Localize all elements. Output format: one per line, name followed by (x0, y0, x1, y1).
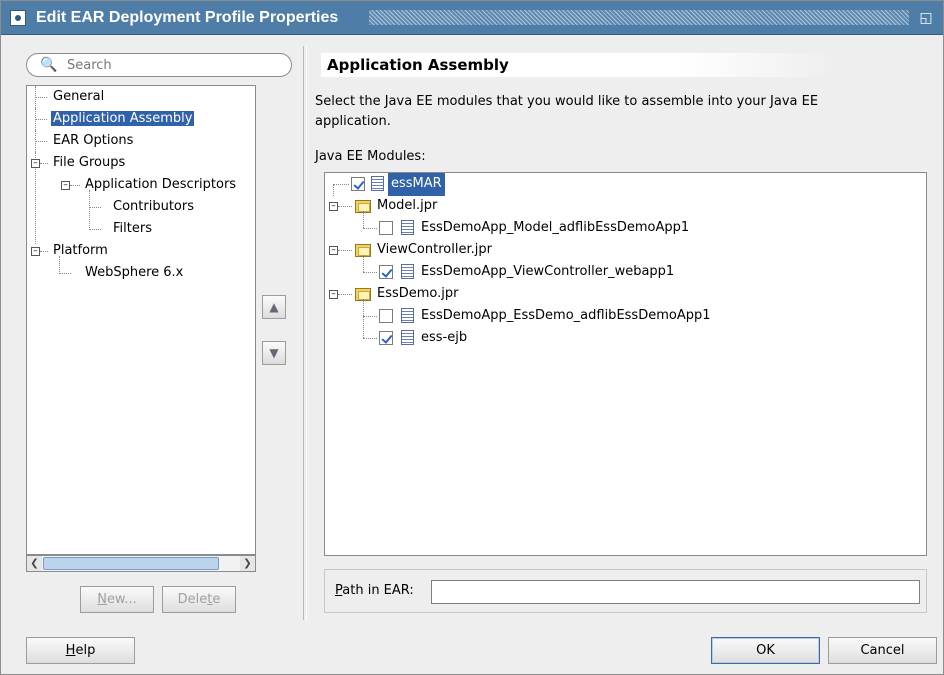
panel-description: Select the Java EE modules that you woul… (315, 94, 819, 129)
navigation-tree[interactable]: General Application Assembly EAR Options… (26, 85, 256, 555)
module-row-essmar[interactable]: essMAR (325, 173, 925, 196)
maximize-icon[interactable]: ◱ (918, 10, 934, 26)
module-row-viewcontroller-webapp[interactable]: EssDemoApp_ViewController_webapp1 (325, 261, 925, 283)
collapse-platform-icon[interactable]: – (31, 247, 40, 256)
help-button[interactable]: Help (26, 637, 135, 664)
collapse-file-groups-icon[interactable]: – (31, 159, 40, 168)
essdemo-lib-checkbox[interactable] (379, 309, 393, 323)
panel-header: Application Assembly (321, 53, 835, 77)
nav-item-filters[interactable]: Filters (111, 218, 154, 240)
module-row-essdemo-lib[interactable]: EssDemoApp_EssDemo_adflibEssDemoApp1 (325, 305, 925, 327)
new-button[interactable]: New... (80, 586, 154, 613)
module-row-viewcontroller-jpr[interactable]: ViewController.jpr (325, 239, 925, 261)
path-in-ear-label: Path in EAR: (335, 583, 414, 598)
nav-item-contributors[interactable]: Contributors (111, 196, 196, 218)
window-title: Edit EAR Deployment Profile Properties (36, 9, 345, 27)
scroll-right-icon[interactable]: ❯ (240, 556, 255, 571)
essmar-checkbox[interactable] (351, 177, 365, 191)
title-bar: Edit EAR Deployment Profile Properties ◱ (1, 1, 943, 35)
scroll-left-icon[interactable]: ❮ (27, 556, 42, 571)
ok-button[interactable]: OK (711, 637, 820, 664)
chevron-up-icon: ▲ (269, 300, 279, 314)
move-up-button[interactable]: ▲ (262, 295, 286, 319)
move-down-button[interactable]: ▼ (262, 341, 286, 365)
module-row-essdemo-jpr[interactable]: EssDemo.jpr (325, 283, 925, 305)
module-row-model-jpr[interactable]: Model.jpr (325, 195, 925, 217)
document-icon (401, 264, 414, 279)
ess-ejb-checkbox[interactable] (379, 331, 393, 345)
nav-item-file-groups[interactable]: File Groups (51, 152, 127, 174)
path-in-ear-input[interactable] (431, 580, 920, 604)
nav-item-general[interactable]: General (51, 86, 106, 108)
nav-item-application-descriptors[interactable]: Application Descriptors (83, 174, 238, 196)
nav-item-ear-options[interactable]: EAR Options (51, 130, 135, 152)
delete-button[interactable]: Delete (162, 586, 236, 613)
path-in-ear-group: Path in EAR: (324, 569, 927, 613)
document-icon (401, 220, 414, 235)
modules-label: Java EE Modules: (315, 149, 426, 164)
module-row-model-lib[interactable]: EssDemoApp_Model_adflibEssDemoApp1 (325, 217, 925, 239)
window-menu-icon[interactable] (10, 10, 26, 26)
title-bar-pattern (369, 10, 909, 25)
document-icon (401, 308, 414, 323)
module-row-ess-ejb[interactable]: ess-ejb (325, 327, 925, 349)
cancel-button[interactable]: Cancel (828, 637, 937, 664)
collapse-application-descriptors-icon[interactable]: – (61, 181, 70, 190)
panel-divider (303, 46, 307, 620)
chevron-down-icon: ▼ (269, 346, 279, 360)
binoculars-icon: 🔍 (40, 57, 58, 73)
document-icon (401, 330, 414, 345)
nav-item-application-assembly[interactable]: Application Assembly (51, 108, 195, 130)
nav-item-websphere[interactable]: WebSphere 6.x (83, 262, 185, 284)
viewcontroller-webapp-checkbox[interactable] (379, 265, 393, 279)
search-box[interactable]: 🔍 (26, 53, 292, 77)
modules-tree[interactable]: essMAR – Model.jpr EssDemoApp_Model_adfl… (324, 172, 927, 556)
nav-tree-hscrollbar[interactable]: ❮ ❯ (26, 555, 256, 572)
scroll-thumb[interactable] (43, 557, 219, 570)
search-input[interactable] (67, 56, 277, 74)
model-lib-checkbox[interactable] (379, 221, 393, 235)
document-icon (371, 176, 384, 191)
dialog-window: Edit EAR Deployment Profile Properties ◱… (0, 0, 944, 675)
